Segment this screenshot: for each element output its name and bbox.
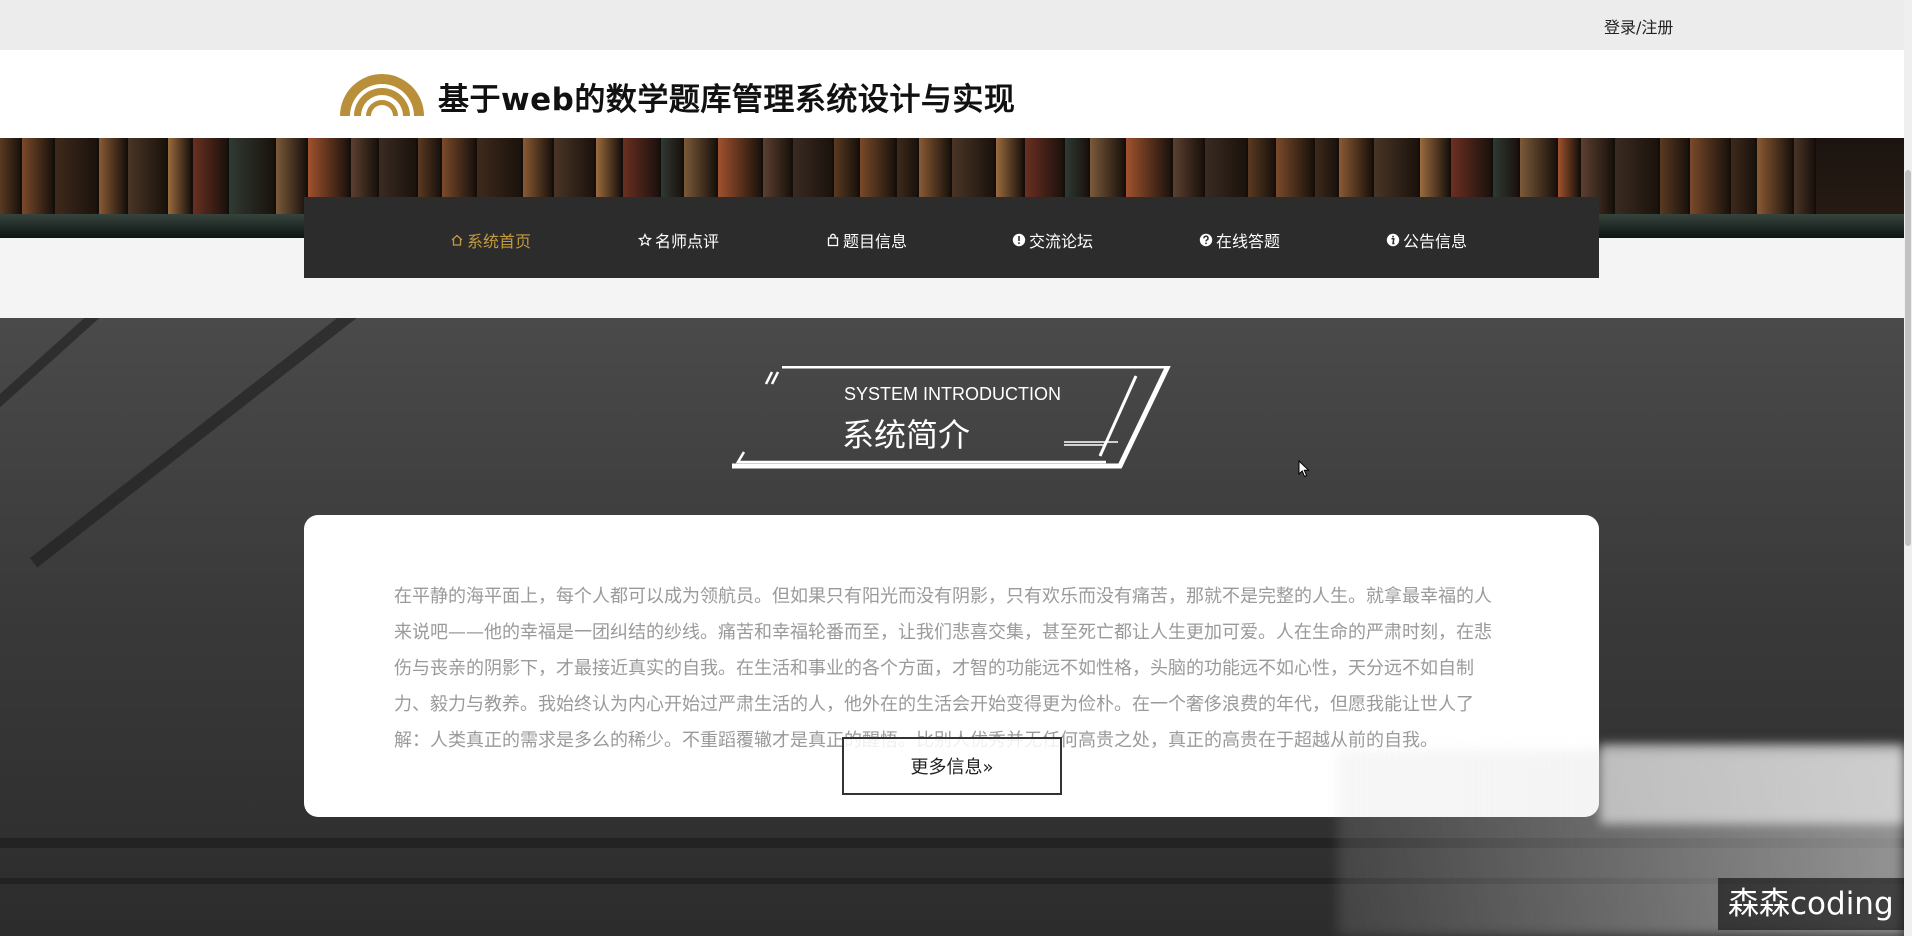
blurred-overlay-decoration	[1600, 744, 1904, 824]
info-circle-icon	[1386, 233, 1400, 247]
nav-item-online-quiz[interactable]: 在线答题	[1199, 228, 1280, 252]
logo-icon	[340, 74, 424, 116]
exclamation-circle-icon	[1012, 233, 1026, 247]
book-spine-decoration	[1757, 138, 1794, 218]
login-register-link[interactable]: 登录/注册	[1604, 14, 1673, 38]
nav-item-announcements[interactable]: 公告信息	[1386, 228, 1467, 252]
question-circle-icon	[1199, 233, 1213, 247]
book-spine-decoration	[0, 138, 22, 218]
nav-label: 交流论坛	[1029, 232, 1094, 251]
watermark: 森森coding	[1718, 878, 1904, 930]
bag-icon	[827, 233, 839, 247]
book-spine-decoration	[1731, 138, 1757, 218]
more-info-button[interactable]: 更多信息»	[842, 737, 1062, 795]
nav-item-home[interactable]: 系统首页	[450, 228, 531, 252]
section-subtitle-en: SYSTEM INTRODUCTION	[844, 384, 1062, 404]
nav-label: 名师点评	[655, 232, 720, 251]
nav-label: 在线答题	[1216, 232, 1281, 251]
star-icon	[638, 233, 652, 247]
book-spine-decoration	[193, 138, 229, 218]
page-scrollbar[interactable]	[1904, 0, 1912, 936]
book-spine-decoration	[1615, 138, 1660, 218]
scrollbar-thumb[interactable]	[1905, 170, 1911, 546]
book-spine-decoration	[55, 138, 99, 218]
book-spine-decoration	[1690, 138, 1731, 218]
nav-label: 公告信息	[1403, 232, 1468, 251]
intro-text: 在平静的海平面上，每个人都可以成为领航员。但如果只有阳光而没有阴影，只有欢乐而没…	[394, 586, 1492, 751]
mouse-cursor-icon	[1298, 460, 1310, 478]
nav-item-forum[interactable]: 交流论坛	[1012, 228, 1093, 252]
book-spine-decoration	[1794, 138, 1816, 218]
main-nav: 系统首页 名师点评 题目信息 交流论坛 在线答题 公告信息	[304, 197, 1599, 278]
book-spine-decoration	[168, 138, 193, 218]
nav-label: 题目信息	[843, 232, 908, 251]
nav-label: 系统首页	[467, 232, 532, 251]
background-beam-decoration	[0, 318, 363, 456]
nav-item-teacher-review[interactable]: 名师点评	[638, 228, 719, 252]
top-bar: 登录/注册	[0, 0, 1904, 50]
book-spine-decoration	[22, 138, 55, 218]
book-spine-decoration	[1660, 138, 1690, 218]
book-spine-decoration	[128, 138, 168, 218]
home-icon	[451, 234, 463, 246]
book-spine-decoration	[99, 138, 128, 218]
book-spine-decoration	[229, 138, 276, 218]
nav-item-questions[interactable]: 题目信息	[826, 228, 907, 252]
site-title: 基于web的数学题库管理系统设计与实现	[438, 82, 1016, 118]
section-title: 系统简介	[842, 416, 971, 454]
site-header: 基于web的数学题库管理系统设计与实现	[0, 50, 1904, 138]
